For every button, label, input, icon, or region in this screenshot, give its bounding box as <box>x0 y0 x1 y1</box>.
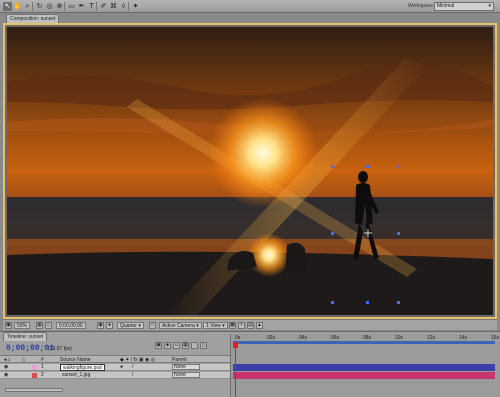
mask-visibility-icon[interactable]: ◇ <box>45 322 52 329</box>
tab-composition[interactable]: Composition: sunset <box>6 14 60 23</box>
comp-mini-flowchart-icon[interactable]: ▣ <box>155 342 162 349</box>
pen-icon[interactable]: ✒ <box>77 2 86 11</box>
eraser-icon[interactable]: ◊ <box>119 2 128 11</box>
ruler-tick-label: 12s <box>427 335 436 341</box>
clone-stamp-icon[interactable]: ⌘ <box>109 2 118 11</box>
flowchart-icon[interactable]: ▲ <box>256 322 263 329</box>
viewer-timecode: 0;00;00;00 <box>59 323 83 329</box>
timeline-tab-label: Timeline: sunset <box>7 334 44 340</box>
grid-icon[interactable]: ▦ <box>36 322 43 329</box>
magnification-dropdown[interactable]: 50% <box>14 322 31 329</box>
ruler-tick-label: 06s <box>331 335 340 341</box>
layer-duration-bar[interactable] <box>233 372 495 379</box>
time-graph: 0s 02s 04s 06s 08s 10s 12s 14s 16s <box>230 334 500 397</box>
view-layout-value: 1 View <box>206 323 221 329</box>
timeline-zoom-slider[interactable] <box>5 388 63 392</box>
tab-timeline[interactable]: Timeline: sunset <box>3 332 48 341</box>
chevron-down-icon: ▾ <box>488 3 491 9</box>
show-channel-icon[interactable]: ● <box>106 322 113 329</box>
magnification-value: 50% <box>17 323 28 329</box>
eye-icon[interactable]: ◉ <box>4 364 8 370</box>
motion-blur-icon[interactable]: ◌ <box>191 342 198 349</box>
parent-value: None <box>174 364 186 370</box>
composition-viewer[interactable] <box>7 27 493 315</box>
timeline-panel: Timeline: sunset 0;00;00;01 (29.97 fps) … <box>0 331 500 397</box>
tools-toolbar: Workspace Minimal ▾ ↖ ✋ ⌕ ↻ ◎ ⊕ ▭ ✒ T ✐ ⌘ ◊ ✦ <box>0 0 500 13</box>
layer-column-header: ●♫ ◇ # Source Name ◆ ✦ / fx ▣ ◉ ◎ Parent <box>0 355 230 363</box>
hide-shy-layers-icon[interactable]: ☺ <box>173 342 180 349</box>
current-time-indicator[interactable] <box>235 343 236 397</box>
brush-icon[interactable]: ✐ <box>99 2 108 11</box>
always-preview-icon[interactable]: ▣ <box>5 322 12 329</box>
switches-column-icon: ◆ ✦ / fx ▣ ◉ ◎ <box>120 357 156 363</box>
toolbar-separator <box>32 2 33 11</box>
layer-name[interactable]: walkingfigure.psd <box>60 364 105 371</box>
orbit-camera-icon[interactable]: ◎ <box>45 2 54 11</box>
layer-number: 2 <box>41 372 44 378</box>
hand-icon[interactable]: ✋ <box>13 2 22 11</box>
toolbar-separator <box>128 2 129 11</box>
selection-arrow-icon[interactable]: ↖ <box>3 2 12 11</box>
resolution-dropdown[interactable]: Quarter ▾ <box>117 322 144 329</box>
workspace-dropdown[interactable]: Minimal ▾ <box>434 2 494 11</box>
quality-switch-icon[interactable]: / <box>132 372 133 378</box>
quality-switch-icon[interactable]: / <box>132 364 133 370</box>
frame-rate-label: (29.97 fps) <box>48 346 72 352</box>
av-features-icon: ●♫ <box>4 357 11 363</box>
ruler-tick-label: 02s <box>267 335 276 341</box>
current-time-field[interactable]: 0;00;00;00 <box>56 322 86 329</box>
ruler-tick-label: 08s <box>363 335 372 341</box>
label-column-icon: ◇ <box>22 357 26 363</box>
mask-icon[interactable]: ▭ <box>67 2 76 11</box>
ruler-tick-label: 16s <box>491 335 500 341</box>
layer-row[interactable]: ◉ 1 walkingfigure.psd ● / None <box>0 364 230 371</box>
puppet-pin-icon[interactable]: ✦ <box>131 2 140 11</box>
layer-row[interactable]: ◉ 2 sunset_1.jpg / None <box>0 372 230 379</box>
draft-3d-icon[interactable]: ◈ <box>164 342 171 349</box>
sunset-image <box>7 27 493 315</box>
camera-dropdown[interactable]: Active Camera ▾ <box>159 322 202 329</box>
region-of-interest-icon[interactable]: □ <box>149 322 156 329</box>
toggle-pixel-aspect-icon[interactable]: ▩ <box>229 322 236 329</box>
snapshot-icon[interactable]: ◉ <box>97 322 104 329</box>
parent-value: None <box>174 372 186 378</box>
label-color-swatch[interactable] <box>32 373 37 378</box>
viewer-controls-bar: ▣ 50% ▦ ◇ 0;00;00;00 ◉ ● Quarter ▾ □ Act… <box>3 319 497 330</box>
ruler-tick-label: 04s <box>299 335 308 341</box>
layer-number: 1 <box>41 364 44 370</box>
layer-name[interactable]: sunset_1.jpg <box>60 372 92 379</box>
timeline-icon[interactable]: ▤ <box>247 322 254 329</box>
workspace-label: Workspace <box>408 3 433 9</box>
number-column-label: # <box>41 357 44 363</box>
composition-panel: Composition: sunset ▣ 50% ▦ ◇ 0;00;00;00… <box>0 13 500 331</box>
frame-blending-icon[interactable]: ▦ <box>182 342 189 349</box>
camera-value: Active Camera <box>162 323 195 329</box>
parent-column[interactable]: Parent <box>172 357 187 363</box>
collapse-switch-icon[interactable]: ● <box>120 364 123 370</box>
workspace-value: Minimal <box>437 3 455 9</box>
graph-editor-icon[interactable]: △ <box>200 342 207 349</box>
composition-frame <box>3 23 497 319</box>
label-color-swatch[interactable] <box>32 365 37 370</box>
ruler-tick-label: 0s <box>235 335 241 341</box>
zoom-icon[interactable]: ⌕ <box>23 2 32 11</box>
toolbar-separator <box>96 2 97 11</box>
type-icon[interactable]: T <box>87 2 96 11</box>
resolution-value: Quarter <box>120 323 137 329</box>
work-area-bar[interactable] <box>233 341 495 344</box>
ruler-tick-label: 10s <box>395 335 404 341</box>
current-time-display[interactable]: 0;00;00;01 <box>6 344 54 353</box>
parent-dropdown[interactable]: None <box>172 364 200 370</box>
composition-tab-label: Composition: sunset <box>10 16 56 22</box>
source-name-column[interactable]: Source Name <box>60 357 91 363</box>
rotate-icon[interactable]: ↻ <box>35 2 44 11</box>
pan-behind-icon[interactable]: ⊕ <box>55 2 64 11</box>
toolbar-separator <box>64 2 65 11</box>
parent-dropdown[interactable]: None <box>172 372 200 378</box>
ruler-tick-label: 14s <box>459 335 468 341</box>
view-layout-dropdown[interactable]: 1 View ▾ <box>203 322 228 329</box>
layer-duration-bar[interactable] <box>233 364 495 371</box>
eye-icon[interactable]: ◉ <box>4 372 8 378</box>
fast-previews-icon[interactable]: ⚡ <box>238 322 245 329</box>
